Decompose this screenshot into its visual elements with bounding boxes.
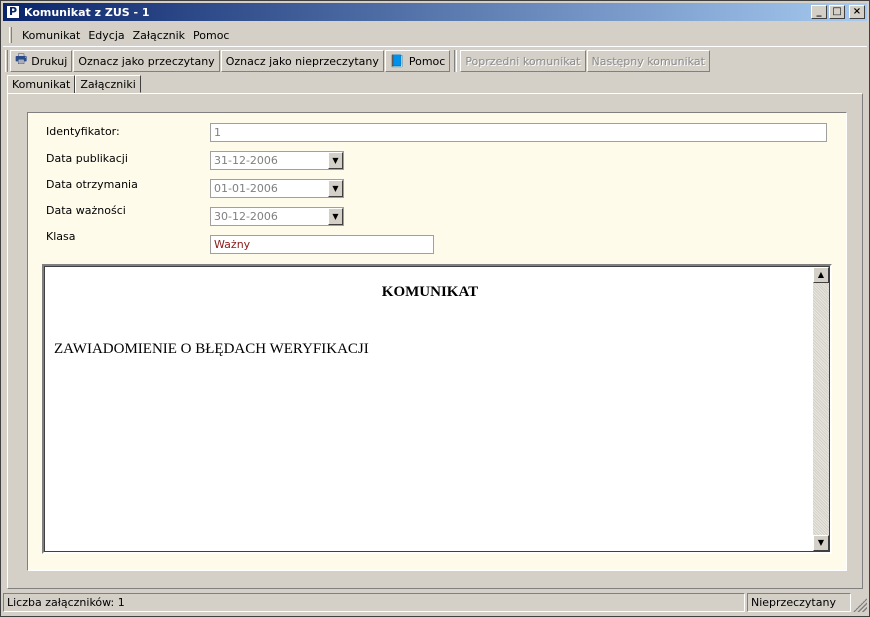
tab-zalaczniki[interactable]: Załączniki [75,75,141,93]
read-state: Nieprzeczytany [747,593,851,612]
print-button[interactable]: 🖶 Drukuj [10,50,73,72]
scroll-up-icon[interactable]: ▲ [813,267,829,283]
chevron-down-icon[interactable]: ▼ [328,208,343,225]
expiry-date-label: Data ważności [46,204,126,217]
mark-read-button[interactable]: Oznacz jako przeczytany [73,50,220,72]
chevron-down-icon[interactable]: ▼ [328,180,343,197]
message-body: ZAWIADOMIENIE O BŁĘDACH WERYFIKACJI [54,341,369,357]
previous-message-label: Poprzedni komunikat [465,54,581,68]
tab-strip: Komunikat Załączniki [7,75,141,94]
previous-message-button[interactable]: Poprzedni komunikat [460,50,586,72]
class-label: Klasa [46,230,76,243]
app-window: P Komunikat z ZUS - 1 _ □ × Komunikat Ed… [0,0,870,617]
mark-unread-label: Oznacz jako nieprzeczytany [225,54,379,68]
help-button-label: Pomoc [408,54,446,68]
toolbar-separator [454,50,458,72]
menu-edycja[interactable]: Edycja [84,29,128,42]
menu-komunikat[interactable]: Komunikat [18,29,84,42]
next-message-label: Następny komunikat [591,54,705,68]
attachments-count: Liczba załączników: 1 [3,593,745,612]
help-button[interactable]: 📘 Pomoc [384,50,451,72]
publication-date-label: Data publikacji [46,152,128,165]
minimize-button[interactable]: _ [811,5,827,19]
print-button-label: Drukuj [31,54,68,68]
window-title: Komunikat z ZUS - 1 [24,5,150,19]
toolbar-grip-handle[interactable] [5,50,8,72]
title-bar[interactable]: P Komunikat z ZUS - 1 _ □ × [3,3,867,21]
resize-grip-handle[interactable] [853,598,867,612]
mark-unread-button[interactable]: Oznacz jako nieprzeczytany [220,50,384,72]
help-book-icon: 📘 [389,54,405,68]
menu-bar: Komunikat Edycja Załącznik Pomoc [3,25,867,45]
toolbar: 🖶 Drukuj Oznacz jako przeczytany Oznacz … [3,46,867,75]
message-panel: Identyfikator: 1 Data publikacji 31-12-2… [27,112,847,571]
expiry-date-picker[interactable]: 30-12-2006 ▼ [210,207,344,226]
menu-grip-handle[interactable] [9,27,12,43]
message-heading: KOMUNIKAT [381,284,479,300]
publication-date-value: 31-12-2006 [214,154,278,167]
status-bar: Liczba załączników: 1 Nieprzeczytany [3,593,867,613]
message-content-viewer[interactable]: KOMUNIKAT ZAWIADOMIENIE O BŁĘDACH WERYFI… [42,264,832,554]
identifier-label: Identyfikator: [46,125,120,138]
received-date-value: 01-01-2006 [214,182,278,195]
scroll-down-icon[interactable]: ▼ [813,535,829,551]
tab-komunikat[interactable]: Komunikat [7,75,76,94]
next-message-button[interactable]: Następny komunikat [586,50,710,72]
vertical-scrollbar[interactable]: ▲ ▼ [813,267,829,551]
publication-date-picker[interactable]: 31-12-2006 ▼ [210,151,344,170]
maximize-button[interactable]: □ [829,5,845,19]
close-button[interactable]: × [849,5,865,19]
app-logo-icon[interactable]: P [6,5,20,19]
class-field[interactable]: Ważny [210,235,434,254]
printer-icon: 🖶 [15,52,28,67]
received-date-picker[interactable]: 01-01-2006 ▼ [210,179,344,198]
menu-zalacznik[interactable]: Załącznik [129,29,189,42]
identifier-field[interactable]: 1 [210,123,827,142]
menu-pomoc[interactable]: Pomoc [189,29,233,42]
mark-read-label: Oznacz jako przeczytany [78,54,215,68]
chevron-down-icon[interactable]: ▼ [328,152,343,169]
expiry-date-value: 30-12-2006 [214,210,278,223]
received-date-label: Data otrzymania [46,178,138,191]
